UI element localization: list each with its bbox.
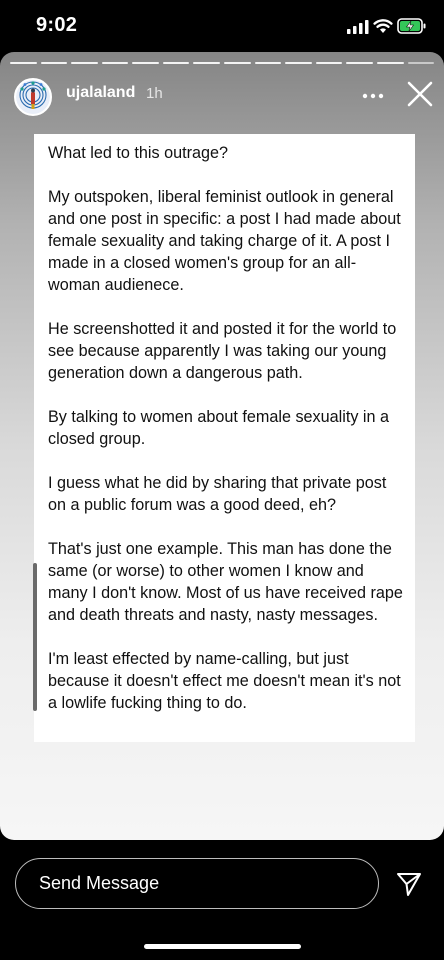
text-scroll-indicator xyxy=(33,563,37,711)
story-paragraph: By talking to women about female sexuali… xyxy=(48,408,390,448)
send-icon[interactable] xyxy=(395,870,423,898)
status-bar: 9:02 xyxy=(0,0,444,52)
wifi-icon xyxy=(373,19,393,33)
story-progress-segment xyxy=(346,62,373,64)
close-icon[interactable] xyxy=(404,78,436,110)
story-paragraph: I'm least effected by name-calling, but … xyxy=(48,650,401,712)
story-card[interactable]: ujalaland 1h What led to this outrage? M… xyxy=(0,52,444,840)
story-progress-segment xyxy=(224,62,251,64)
story-header: ujalaland 1h xyxy=(0,72,444,120)
story-text-box: What led to this outrage? My outspoken, … xyxy=(34,134,415,742)
status-time: 9:02 xyxy=(36,14,78,36)
signal-icon xyxy=(347,20,369,34)
post-age: 1h xyxy=(146,85,163,102)
send-message-input[interactable] xyxy=(15,858,379,909)
story-paragraph: He screenshotted it and posted it for th… xyxy=(48,320,397,382)
story-progress-segment xyxy=(10,62,37,64)
username[interactable]: ujalaland xyxy=(66,84,135,102)
story-paragraph: What led to this outrage? xyxy=(48,144,228,162)
story-progress-segment xyxy=(40,62,68,64)
story-progress xyxy=(10,62,435,65)
story-progress-segment xyxy=(132,62,159,64)
story-progress-segment xyxy=(193,62,221,64)
story-progress-segment xyxy=(407,62,435,64)
more-options-icon[interactable] xyxy=(360,86,386,106)
peacock-avatar-icon xyxy=(16,80,50,114)
story-paragraph: That's just one example. This man has do… xyxy=(48,540,403,624)
story-progress-segment xyxy=(285,62,312,64)
story-paragraph: My outspoken, liberal feminist outlook i… xyxy=(48,188,401,294)
home-indicator xyxy=(144,944,301,949)
story-progress-segment xyxy=(71,62,98,64)
avatar[interactable] xyxy=(14,78,52,116)
story-progress-segment xyxy=(315,62,343,64)
story-progress-segment xyxy=(254,62,282,64)
story-screen: 9:02 ujalaland 1h What led to this outra… xyxy=(0,0,444,960)
story-paragraph: I guess what he did by sharing that priv… xyxy=(48,474,387,514)
battery-charging-icon xyxy=(397,18,426,34)
story-progress-segment xyxy=(101,62,129,64)
story-progress-segment xyxy=(162,62,190,64)
story-progress-segment xyxy=(376,62,404,64)
